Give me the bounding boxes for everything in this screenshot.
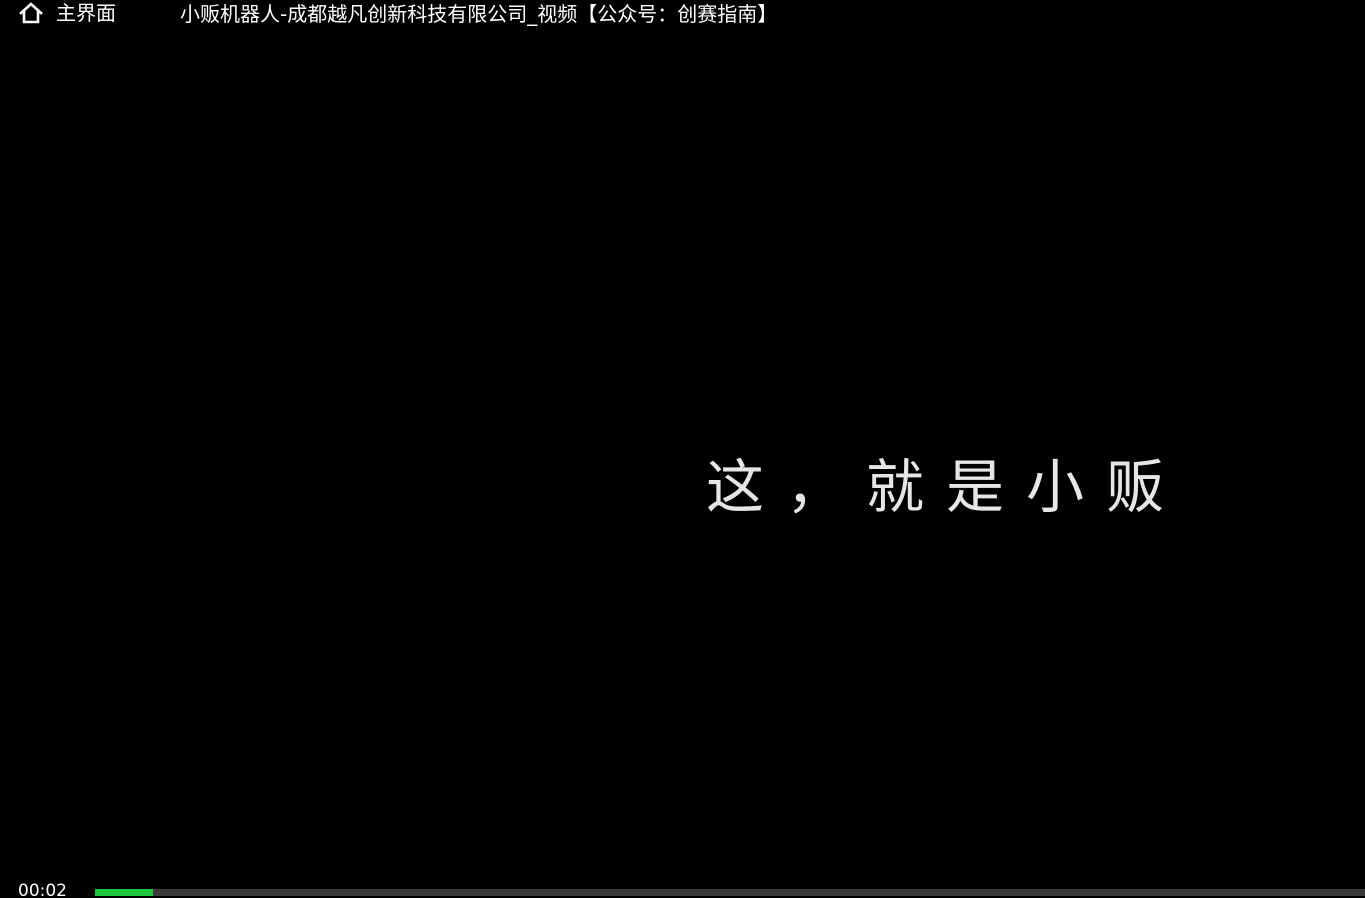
top-bar: 主界面 小贩机器人-成都越凡创新科技有限公司_视频【公众号：创赛指南】	[0, 0, 1365, 28]
current-time: 00:02	[18, 881, 67, 898]
video-title: 小贩机器人-成都越凡创新科技有限公司_视频【公众号：创赛指南】	[180, 2, 778, 26]
home-label: 主界面	[56, 1, 116, 25]
progress-fill	[95, 889, 154, 896]
progress-bar[interactable]	[95, 889, 1365, 896]
video-frame[interactable]: 这，就是小贩	[0, 28, 1365, 880]
video-player: 主界面 小贩机器人-成都越凡创新科技有限公司_视频【公众号：创赛指南】 这，就是…	[0, 0, 1365, 898]
video-subtitle: 这，就是小贩	[706, 453, 1187, 521]
home-icon	[18, 1, 44, 25]
home-button[interactable]: 主界面	[18, 0, 116, 26]
